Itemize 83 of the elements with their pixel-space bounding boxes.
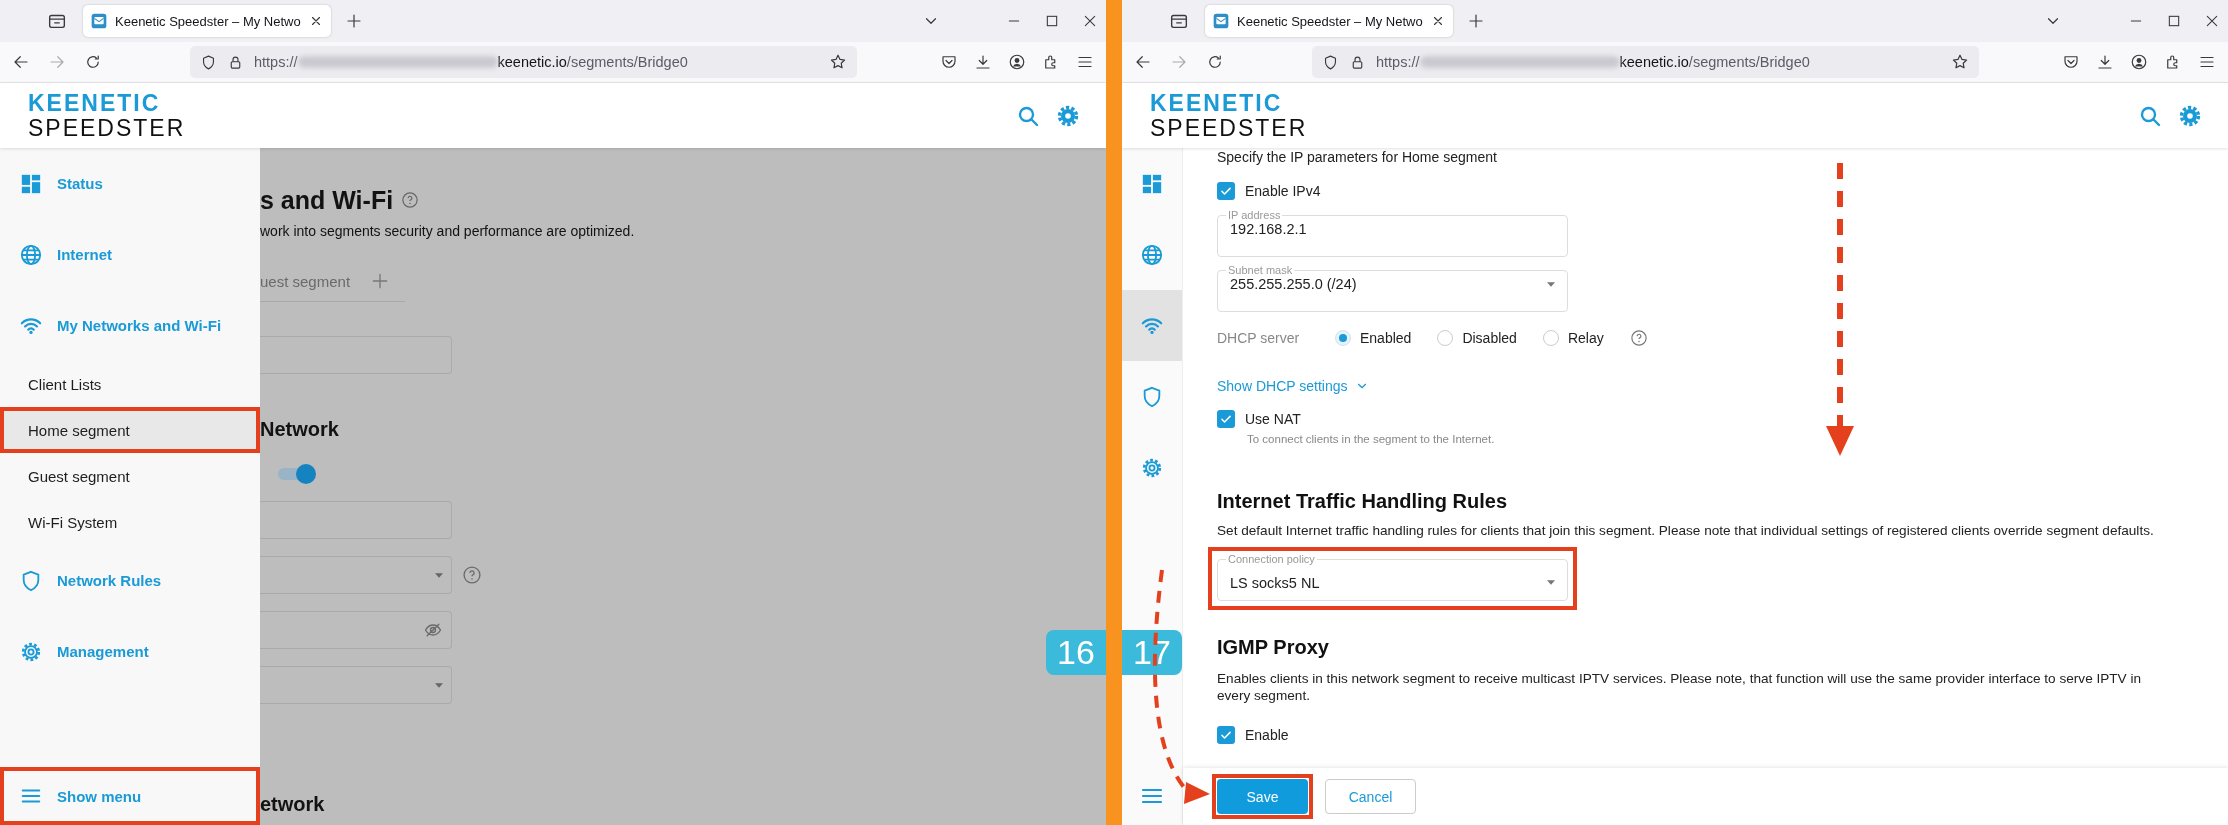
star-icon[interactable] [1951,53,1969,71]
download-icon[interactable] [2096,53,2114,71]
checkbox-label: Enable IPv4 [1245,183,1321,199]
settings-icon[interactable] [1056,103,1080,128]
account-icon[interactable] [1008,53,1026,71]
field-label: DHCP server [1217,330,1301,346]
gear-icon [20,640,42,663]
reload-icon[interactable] [1206,53,1224,71]
help-icon[interactable] [462,565,482,585]
section-title: etwork [260,792,325,817]
page-title: s and Wi-Fi [260,185,394,215]
favicon-icon [1213,13,1229,29]
radio-button[interactable] [1335,330,1351,346]
page-description: work into segments security and performance are optimized. [260,222,635,240]
help-icon[interactable] [1629,329,1648,347]
checkbox[interactable] [1217,726,1235,744]
checkbox-label: Use NAT [1245,411,1301,427]
checkbox[interactable] [1217,182,1235,200]
checkbox[interactable] [1217,410,1235,428]
radio-button[interactable] [1437,330,1454,346]
input-field[interactable] [260,336,452,374]
forward-icon[interactable] [48,53,66,71]
select-field[interactable]: Subnet mask 255.255.255.0 (/24) [1217,264,1568,312]
help-icon[interactable] [401,191,420,209]
shield-icon [20,569,42,592]
dashboard-icon [1141,172,1163,195]
maximize-icon[interactable] [1044,13,1060,29]
section-description: Enables clients in this network segment to receive multicast IPTV services. Please note, that function will use the same provider interface to serve IPTV in every segment. [1217,670,2142,704]
globe-icon [20,243,42,266]
shield-icon [200,53,217,71]
back-icon[interactable] [1134,53,1152,71]
select-field[interactable] [260,666,452,704]
close-icon[interactable] [2204,13,2220,29]
browser-tab[interactable]: Keenetic Speedster – My Netwo [83,5,331,37]
section-title: IGMP Proxy [1217,635,1329,660]
menu-item[interactable]: Client Lists [0,361,260,407]
select-field[interactable]: Connection policy LS socks5 NL [1217,553,1568,601]
gear-icon [1141,456,1163,479]
radio-button[interactable] [1542,330,1559,346]
close-icon[interactable] [1082,13,1098,29]
input-field[interactable] [260,611,452,649]
globe-icon [1141,243,1163,266]
forward-icon[interactable] [1170,53,1188,71]
section-description: Specify the IP parameters for Home segment [1217,148,1497,166]
section-title: Network [260,417,339,442]
maximize-icon[interactable] [2166,13,2182,29]
shield-icon [1141,385,1163,408]
caret-icon [435,682,443,688]
radio-label: Relay [1567,330,1604,346]
address-bar[interactable]: https:// keenetic.io/segments/Bridge0 [190,46,857,78]
pocket-icon[interactable] [2062,53,2080,71]
favicon-icon [91,13,107,29]
select-field[interactable] [260,556,452,594]
section-title: Internet Traffic Handling Rules [1217,489,1508,514]
radio-label: Disabled [1462,330,1517,346]
radio-label: Enabled [1360,330,1412,346]
hint-text: To connect clients in the segment to the Internet. [1247,432,1495,447]
settings-icon[interactable] [2178,103,2202,128]
address-bar[interactable]: https:// keenetic.io/segments/Bridge0 [1312,46,1979,78]
dashboard-icon [20,172,42,195]
checkbox-label: Enable [1245,727,1289,743]
step-badge: 16 [1046,630,1106,675]
logo[interactable]: KEENETIC SPEEDSTER [28,90,186,141]
toggle-switch[interactable] [278,464,316,484]
reload-icon[interactable] [84,53,102,71]
section-description: Set default Internet traffic handling rules for clients that join this segment. Please note that individual settings of registered clients override segment defaults. [1217,522,2154,539]
download-icon[interactable] [974,53,992,71]
input-field[interactable] [260,501,452,539]
caret-icon [1547,281,1555,287]
input-field[interactable]: IP address 192.168.2.1 [1217,209,1568,257]
menu-item[interactable]: Wi-Fi System [0,499,260,545]
star-icon[interactable] [829,53,847,71]
back-icon[interactable] [12,53,30,71]
step-badge: 17 [1122,630,1182,675]
shield-icon [1322,53,1339,71]
menu-item[interactable]: Home segment [0,407,260,453]
account-icon[interactable] [2130,53,2148,71]
caret-icon [435,572,443,578]
browser-tab[interactable]: Keenetic Speedster – My Netwo [1205,5,1453,37]
caret-icon [1547,580,1555,585]
menu-item[interactable]: Guest segment [0,453,260,499]
pocket-icon[interactable] [940,53,958,71]
logo[interactable]: KEENETIC SPEEDSTER [1150,90,1308,141]
